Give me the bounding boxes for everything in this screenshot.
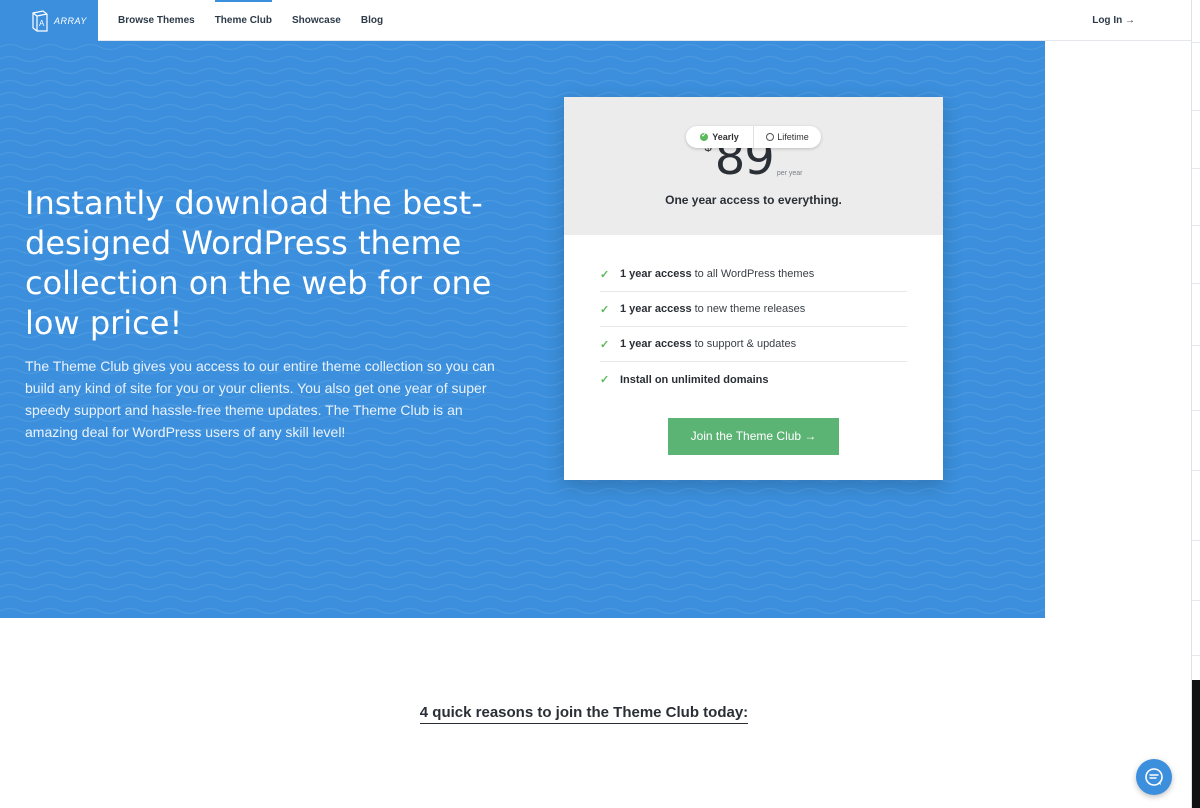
billing-toggle: Yearly Lifetime [686,126,821,148]
feature-bold: 1 year access [620,303,692,315]
price-period: per year [776,170,803,177]
chat-bubble-icon [1145,768,1163,786]
price-tagline: One year access to everything. [665,193,842,207]
chat-button[interactable] [1136,759,1172,795]
nav-blog[interactable]: Blog [361,0,383,41]
price-header: $ 89 per year One year access to everyth… [564,97,943,235]
logo-text: ARRAY [54,15,87,26]
feature-bold: 1 year access [620,338,692,350]
logo[interactable]: A ARRAY [0,0,98,41]
radio-empty-icon [766,133,775,141]
join-theme-club-button[interactable]: Join the Theme Club → [668,418,839,455]
feature-item: ✓ Install on unlimited domains [600,362,907,397]
reasons-section: 4 quick reasons to join the Theme Club t… [0,704,1168,724]
feature-rest: to all WordPress themes [694,268,815,280]
nav-theme-club[interactable]: Theme Club [214,0,273,41]
check-circle-icon [700,131,709,141]
check-icon: ✓ [600,338,610,351]
check-icon: ✓ [600,374,610,386]
toggle-lifetime[interactable]: Lifetime [754,126,821,148]
check-icon: ✓ [600,303,610,316]
feature-rest: to support & updates [694,338,797,350]
feature-bold: 1 year access [620,268,692,280]
check-icon: ✓ [600,268,610,281]
feature-rest: to new theme releases [694,303,806,315]
nav-showcase[interactable]: Showcase [292,0,341,41]
svg-text:A: A [39,19,45,28]
hero-headline: Instantly download the best-designed Wor… [25,184,492,342]
feature-list: ✓ 1 year access to all WordPress themes … [564,235,943,397]
feature-item: ✓ 1 year access to new theme releases [600,292,907,327]
feature-item: ✓ 1 year access to support & updates [600,327,907,362]
reasons-heading: 4 quick reasons to join the Theme Club t… [419,704,749,724]
pricing-card: $ 89 per year One year access to everyth… [564,97,943,480]
adjacent-window-edge [1191,0,1200,808]
top-navbar: A ARRAY Browse Themes Theme Club Showcas… [0,0,1191,41]
nav-browse-themes[interactable]: Browse Themes [118,0,195,41]
feature-item: ✓ 1 year access to all WordPress themes [600,257,907,292]
hero-description: The Theme Club gives you access to our e… [25,358,495,440]
feature-bold: Install on unlimited domains [620,373,769,386]
toggle-yearly-label: Yearly [712,132,739,142]
main-nav: Browse Themes Theme Club Showcase Blog [118,0,403,41]
toggle-lifetime-label: Lifetime [777,132,809,142]
array-logo-icon: A [32,9,48,32]
login-link[interactable]: Log In → [1092,0,1135,41]
toggle-yearly[interactable]: Yearly [686,126,754,148]
dark-panel [1192,680,1200,808]
